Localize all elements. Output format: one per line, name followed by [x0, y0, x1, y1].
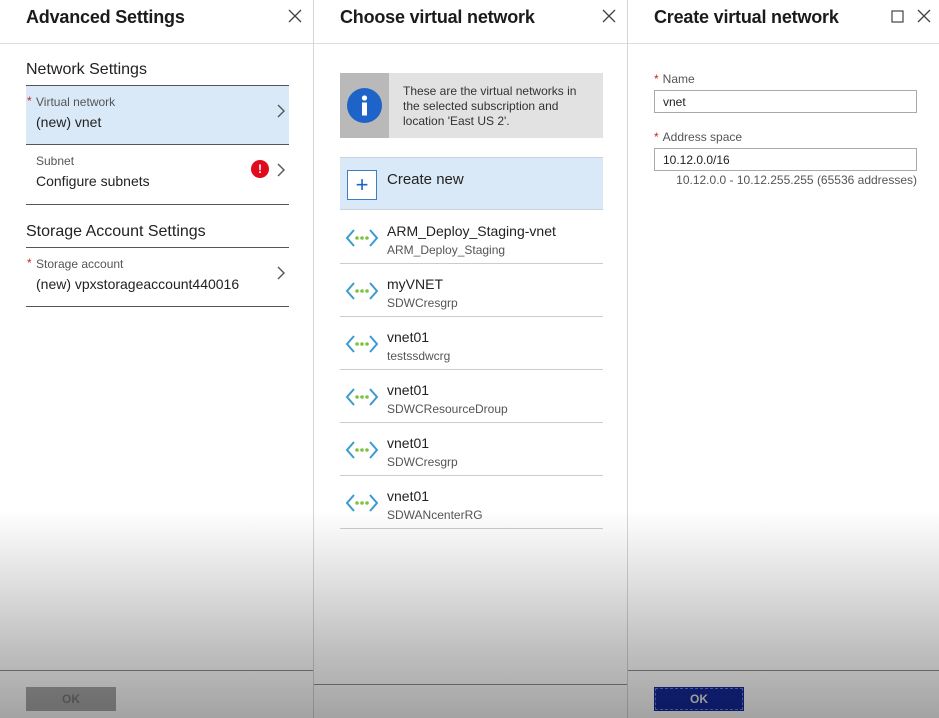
virtual-network-icon — [345, 229, 379, 247]
vnet-name: ARM_Deploy_Staging-vnet — [387, 223, 556, 239]
vnet-resource-group: SDWCresgrp — [387, 296, 458, 310]
info-banner: These are the virtual networks in the se… — [340, 73, 603, 138]
vnet-resource-group: SDWCResourceDroup — [387, 402, 508, 416]
name-label-text: Name — [662, 72, 695, 86]
address-label-text: Address space — [662, 130, 743, 144]
vnet-list-item[interactable]: ARM_Deploy_Staging-vnet ARM_Deploy_Stagi… — [340, 211, 603, 264]
plus-icon: + — [347, 170, 377, 200]
create-new-button[interactable]: + Create new — [340, 157, 603, 210]
chevron-right-icon — [277, 104, 285, 118]
virtual-network-icon — [345, 494, 379, 512]
required-star: * — [654, 72, 659, 86]
virtual-network-icon — [345, 282, 379, 300]
virtual-network-value: (new) vnet — [36, 114, 102, 130]
address-space-input[interactable] — [654, 148, 917, 171]
error-icon: ! — [251, 160, 269, 178]
info-icon — [347, 88, 382, 123]
storage-account-row[interactable]: * Storage account (new) vpxstorageaccoun… — [26, 247, 289, 307]
vnet-name: vnet01 — [387, 382, 430, 398]
subnet-row[interactable]: Subnet Configure subnets ! — [26, 145, 289, 205]
blade-footer: OK — [0, 670, 313, 718]
vnet-resource-group: SDWCresgrp — [387, 455, 458, 469]
vnet-resource-group: testssdwcrg — [387, 349, 451, 363]
blade-footer: OK — [628, 670, 939, 718]
required-star: * — [654, 130, 659, 144]
maximize-icon[interactable] — [887, 6, 907, 26]
address-range-hint: 10.12.0.0 - 10.12.255.255 (65536 address… — [676, 173, 917, 187]
vnet-name: vnet01 — [387, 488, 430, 504]
blade-title: Create virtual network — [654, 7, 839, 27]
storage-account-value: (new) vpxstorageaccount440016 — [36, 276, 240, 292]
close-icon[interactable] — [599, 6, 619, 26]
create-new-label: Create new — [387, 171, 464, 188]
virtual-network-icon — [345, 441, 379, 459]
virtual-network-list: ARM_Deploy_Staging-vnet ARM_Deploy_Stagi… — [340, 211, 603, 529]
blade-footer — [314, 684, 627, 718]
blade-title: Choose virtual network — [340, 7, 535, 27]
storage-settings-heading: Storage Account Settings — [26, 223, 206, 240]
vnet-name: vnet01 — [387, 435, 430, 451]
blade-title: Advanced Settings — [26, 7, 185, 27]
close-icon[interactable] — [285, 6, 305, 26]
virtual-network-icon — [345, 335, 379, 353]
chevron-right-icon — [277, 266, 285, 280]
virtual-network-label: Virtual network — [36, 95, 116, 109]
virtual-network-icon — [345, 388, 379, 406]
chevron-right-icon — [277, 163, 285, 177]
create-virtual-network-blade: Create virtual network *Name *Address sp… — [628, 0, 939, 718]
vnet-list-item[interactable]: vnet01 SDWCresgrp — [340, 423, 603, 476]
name-field-label: * Name — [654, 72, 695, 86]
vnet-list-item[interactable]: myVNET SDWCresgrp — [340, 264, 603, 317]
close-icon[interactable] — [914, 6, 934, 26]
info-banner-side — [340, 73, 389, 138]
subnet-value: Configure subnets — [36, 173, 150, 189]
vnet-name: vnet01 — [387, 329, 430, 345]
ok-button[interactable]: OK — [26, 687, 116, 711]
blade-header: Choose virtual network — [314, 0, 627, 44]
vnet-name: myVNET — [387, 276, 443, 292]
vnet-list-item[interactable]: vnet01 testssdwcrg — [340, 317, 603, 370]
subnet-label: Subnet — [36, 154, 75, 168]
vnet-resource-group: SDWANcenterRG — [387, 508, 483, 522]
storage-account-label: Storage account — [36, 257, 124, 271]
choose-virtual-network-blade: Choose virtual network These are the vir… — [314, 0, 628, 718]
required-star: * — [27, 94, 32, 108]
advanced-settings-blade: Advanced Settings Network Settings * Vir… — [0, 0, 314, 718]
vnet-resource-group: ARM_Deploy_Staging — [387, 243, 506, 257]
blade-header: Create virtual network — [628, 0, 939, 44]
vnet-list-item[interactable]: vnet01 SDWANcenterRG — [340, 476, 603, 529]
required-star: * — [27, 256, 32, 270]
info-text: These are the virtual networks in the se… — [403, 84, 577, 128]
ok-button[interactable]: OK — [654, 687, 744, 711]
vnet-list-item[interactable]: vnet01 SDWCResourceDroup — [340, 370, 603, 423]
network-settings-heading: Network Settings — [26, 61, 147, 78]
virtual-network-row[interactable]: * Virtual network (new) vnet — [26, 85, 289, 145]
name-input[interactable] — [654, 90, 917, 113]
address-space-label: * Address space — [654, 130, 742, 144]
blade-header: Advanced Settings — [0, 0, 313, 44]
